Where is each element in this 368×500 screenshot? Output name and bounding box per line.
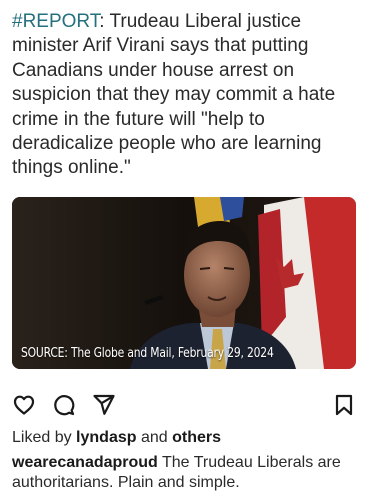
caption-comment: wearecanadaproud The Trudeau Liberals ar… <box>12 453 360 493</box>
likes-prefix: Liked by <box>12 429 77 446</box>
post-caption-text: #REPORT: Trudeau Liberal justice ministe… <box>12 10 360 181</box>
comment-icon[interactable] <box>52 393 76 417</box>
post-image[interactable]: SOURCE: The Globe and Mail, February 29,… <box>12 197 356 369</box>
bookmark-icon[interactable] <box>332 393 356 417</box>
image-source-caption: SOURCE: The Globe and Mail, February 29,… <box>21 346 274 361</box>
action-bar <box>12 393 356 417</box>
likes-line: Liked by lyndasp and others <box>12 429 221 447</box>
photo-illustration <box>12 197 356 369</box>
post-body: : Trudeau Liberal justice minister Arif … <box>12 11 336 179</box>
liked-by-user[interactable]: lyndasp <box>76 429 136 446</box>
share-icon[interactable] <box>92 393 116 417</box>
hashtag-link[interactable]: #REPORT <box>12 11 99 32</box>
comment-username[interactable]: wearecanadaproud <box>12 454 158 471</box>
heart-icon[interactable] <box>12 393 36 417</box>
likes-middle: and <box>136 429 173 446</box>
likes-others-link[interactable]: others <box>172 429 221 446</box>
